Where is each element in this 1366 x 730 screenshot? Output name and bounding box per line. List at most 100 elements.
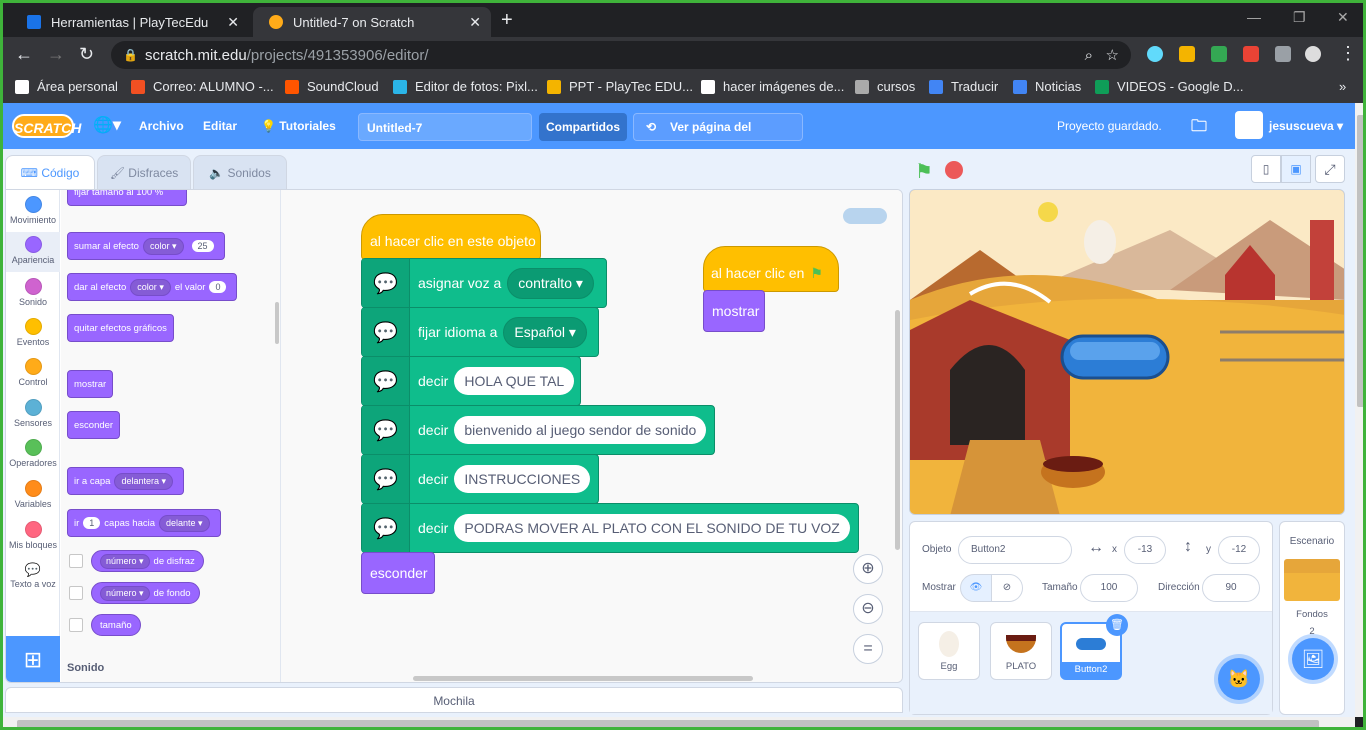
page-vertical-scrollbar[interactable] [1355, 103, 1363, 717]
green-flag-icon[interactable]: ⚑ [915, 159, 933, 184]
forward-icon[interactable]: → [47, 44, 65, 65]
add-sprite-button[interactable]: 🐱 [1218, 658, 1260, 700]
language-globe-icon[interactable]: 🌐▾ [93, 115, 121, 135]
bookmark-item[interactable]: SoundCloud [285, 79, 379, 94]
tab-sounds[interactable]: 🔈 Sonidos [193, 155, 287, 189]
size-input[interactable]: 100 [1080, 574, 1138, 602]
share-button[interactable]: Compartidos [539, 113, 627, 141]
monitor-checkbox[interactable] [69, 554, 83, 568]
add-extension-button[interactable]: ⊞ [6, 636, 60, 682]
block-speak[interactable]: 💬 decir HOLA QUE TAL [361, 356, 581, 406]
zoom-reset-icon[interactable]: = [853, 634, 883, 664]
monitor-checkbox[interactable] [69, 618, 83, 632]
block-set-language[interactable]: 💬 fijar idioma a Español ▾ [361, 307, 599, 357]
menu-kebab-icon[interactable]: ⋮ [1339, 43, 1357, 64]
category-sensing[interactable]: Sensores [6, 399, 60, 428]
stage-selector[interactable]: Escenario Fondos 2 🖼 [1279, 521, 1345, 715]
extension-green-icon[interactable] [1211, 46, 1227, 62]
palette-block-hide[interactable]: esconder [67, 411, 121, 439]
category-control[interactable]: Control [6, 358, 60, 387]
palette-scrollbar[interactable] [275, 302, 279, 344]
script-horizontal-scrollbar[interactable] [413, 676, 753, 681]
speak-text-input[interactable]: HOLA QUE TAL [454, 367, 575, 395]
bookmark-item[interactable]: cursos [855, 79, 915, 94]
delete-sprite-icon[interactable]: 🗑 [1106, 614, 1128, 636]
sprite-name-input[interactable]: Button2 [958, 536, 1072, 564]
bookmark-item[interactable]: PPT - PlayTec EDU... [547, 79, 693, 94]
new-tab-icon[interactable]: + [501, 9, 513, 32]
x-input[interactable]: -13 [1124, 536, 1166, 564]
username[interactable]: jesuscueva ▾ [1269, 119, 1343, 133]
voice-dropdown[interactable]: contralto ▾ [507, 267, 594, 299]
palette-block-go-to-layer[interactable]: ir a capa delantera ▾ [67, 467, 184, 495]
bookmark-item[interactable]: Correo: ALUMNO -... [131, 79, 274, 94]
block-speak[interactable]: 💬 decir PODRAS MOVER AL PLATO CON EL SONID… [361, 503, 859, 553]
block-show[interactable]: mostrar [703, 290, 765, 332]
show-hidden-icon[interactable]: ⊘ [991, 574, 1023, 602]
palette-block-show[interactable]: mostrar [67, 370, 114, 398]
bookmark-item[interactable]: VIDEOS - Google D... [1095, 79, 1243, 94]
bookmark-item[interactable]: Noticias [1013, 79, 1081, 94]
script-area[interactable]: al hacer clic en este objeto 💬 asignar vo… [281, 190, 902, 682]
show-visible-icon[interactable]: 👁 [960, 574, 992, 602]
script-vertical-scrollbar[interactable] [895, 310, 900, 550]
reporter-costume-number[interactable]: número ▾ de disfraz [91, 550, 204, 572]
y-input[interactable]: -12 [1218, 536, 1260, 564]
palette-block-change-effect[interactable]: sumar al efecto color ▾ 25 [67, 232, 225, 260]
stage-canvas[interactable] [909, 189, 1345, 515]
add-backdrop-button[interactable]: 🖼 [1292, 638, 1334, 680]
scroll-thumb[interactable] [1357, 115, 1363, 407]
category-sound[interactable]: Sonido [6, 278, 60, 307]
block-set-voice[interactable]: 💬 asignar voz a contralto ▾ [361, 258, 607, 308]
monitor-checkbox[interactable] [69, 586, 83, 600]
zoom-icon[interactable]: ⌕ [1085, 47, 1093, 64]
fullscreen-icon[interactable]: ⤢ [1315, 155, 1345, 183]
scratch-logo[interactable]: SCRATCH [12, 114, 81, 138]
number-dropdown[interactable]: número ▾ [100, 585, 150, 601]
category-operators[interactable]: Operadores [6, 439, 60, 468]
star-icon[interactable]: ☆ [1106, 46, 1119, 64]
value-input[interactable]: 0 [209, 281, 227, 293]
large-stage-icon[interactable]: ▣ [1281, 155, 1311, 183]
close-window-icon[interactable]: ✕ [1337, 9, 1349, 26]
my-stuff-folder-icon[interactable]: 🗀 [1191, 115, 1207, 142]
user-avatar[interactable] [1235, 111, 1263, 139]
extensions-puzzle-icon[interactable] [1275, 46, 1291, 62]
palette-block-clear-effects[interactable]: quitar efectos gráficos [67, 314, 174, 342]
tab-code[interactable]: ⌨ Código [5, 155, 95, 190]
menu-tutorials[interactable]: 💡 Tutoriales [261, 119, 336, 133]
minimize-icon[interactable]: — [1247, 9, 1261, 25]
bookmark-item[interactable]: Traducir [929, 79, 998, 94]
close-tab-icon[interactable]: ✕ [227, 14, 239, 31]
small-stage-icon[interactable]: ▯ [1251, 155, 1281, 183]
extension-shield-icon[interactable] [1243, 46, 1259, 62]
direction-dropdown[interactable]: delante ▾ [159, 514, 210, 532]
stop-icon[interactable] [945, 161, 963, 179]
block-speak[interactable]: 💬 decir bienvenido al juego sendor de soni… [361, 405, 715, 455]
bookmark-item[interactable]: Editor de fotos: Pixl... [393, 79, 538, 94]
speak-text-input[interactable]: bienvenido al juego sendor de sonido [454, 416, 707, 444]
category-events[interactable]: Eventos [6, 318, 60, 347]
category-text-to-speech[interactable]: 💬 Texto a voz [6, 562, 60, 589]
layer-dropdown[interactable]: delantera ▾ [114, 472, 173, 490]
page-horizontal-scrollbar[interactable] [3, 717, 1355, 727]
restore-icon[interactable]: ❐ [1293, 9, 1306, 26]
address-bar[interactable]: 🔒 scratch.mit.edu/projects/491353906/edi… [111, 41, 1131, 69]
sprite-thumb-egg[interactable]: Egg [918, 622, 980, 680]
reporter-backdrop-number[interactable]: número ▾ de fondo [91, 582, 200, 604]
more-bookmarks-icon[interactable]: » [1339, 79, 1346, 94]
reload-icon[interactable]: ↻ [79, 44, 94, 65]
tab-scratch[interactable]: Untitled-7 on Scratch ✕ [253, 7, 491, 37]
backpack[interactable]: Mochila [5, 687, 903, 713]
zoom-in-icon[interactable]: ⊕ [853, 554, 883, 584]
tab-herramientas[interactable]: Herramientas | PlayTecEdu ✕ [11, 7, 249, 37]
number-dropdown[interactable]: número ▾ [100, 553, 150, 569]
bookmark-item[interactable]: hacer imágenes de... [701, 79, 844, 94]
reporter-size[interactable]: tamaño [91, 614, 141, 636]
effect-dropdown[interactable]: color ▾ [142, 237, 184, 255]
block-speak[interactable]: 💬 decir INSTRUCCIONES [361, 454, 599, 504]
menu-file[interactable]: Archivo [139, 119, 184, 133]
react-devtools-icon[interactable] [1147, 46, 1163, 62]
category-motion[interactable]: Movimiento [6, 196, 60, 225]
hat-when-flag-clicked[interactable]: al hacer clic en ⚑ [703, 246, 839, 292]
